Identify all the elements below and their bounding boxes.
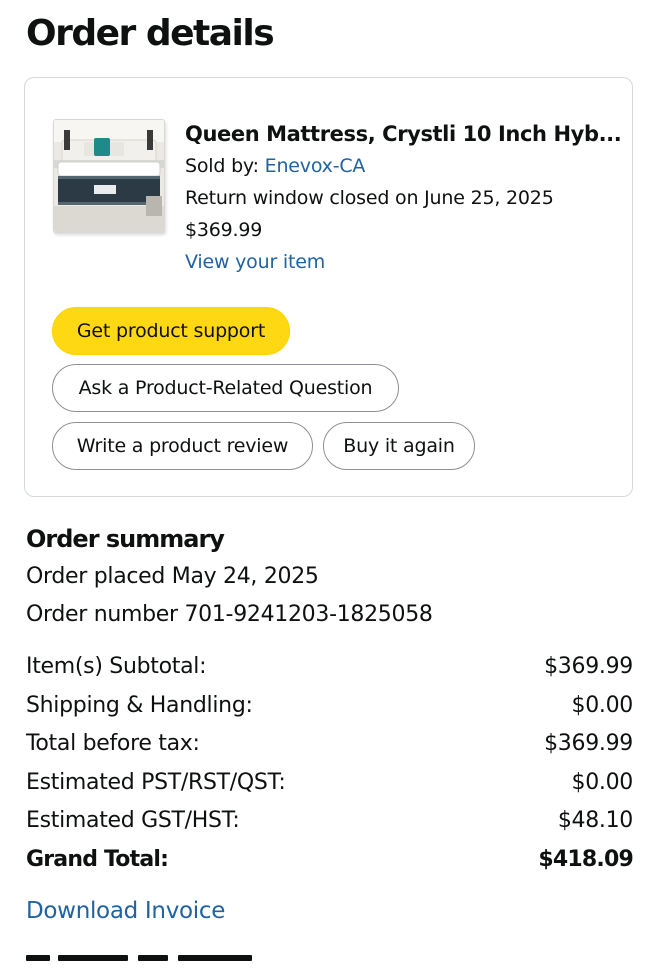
order-number: Order number 701-9241203-1825058 xyxy=(26,602,433,627)
row-label: Total before tax: xyxy=(26,731,200,756)
grand-total-row: Grand Total: $418.09 xyxy=(26,841,634,880)
row-value: $418.09 xyxy=(538,846,633,872)
total-before-tax-row: Total before tax: $369.99 xyxy=(26,725,633,764)
product-title[interactable]: Queen Mattress, Crystli 10 Inch Hyb... xyxy=(185,118,622,150)
order-placed-date: Order placed May 24, 2025 xyxy=(26,564,319,589)
row-label: Estimated GST/HST: xyxy=(26,808,240,833)
view-item-link[interactable]: View your item xyxy=(185,246,615,278)
row-label: Grand Total: xyxy=(26,846,169,872)
subtotal-row: Item(s) Subtotal: $369.99 xyxy=(26,648,633,687)
shipping-row: Shipping & Handling: $0.00 xyxy=(26,687,633,726)
order-summary-title: Order summary xyxy=(26,525,225,553)
item-price: $369.99 xyxy=(185,219,263,241)
ask-question-button[interactable]: Ask a Product-Related Question xyxy=(52,364,399,412)
buy-again-button[interactable]: Buy it again xyxy=(323,422,475,470)
sold-by-label: Sold by: xyxy=(185,155,265,177)
row-value: $369.99 xyxy=(544,654,633,679)
row-value: $0.00 xyxy=(571,769,634,795)
row-label: Item(s) Subtotal: xyxy=(26,654,207,679)
order-item-card: Queen Mattress, Crystli 10 Inch Hyb... S… xyxy=(24,77,633,497)
mattress-image-icon xyxy=(54,120,164,232)
mattress-product-image[interactable] xyxy=(53,119,165,233)
write-review-button[interactable]: Write a product review xyxy=(52,422,313,470)
row-value: $48.10 xyxy=(557,808,633,833)
gst-row: Estimated GST/HST: $48.10 xyxy=(26,802,633,841)
next-section-heading-cutoff xyxy=(26,945,256,975)
download-invoice-link[interactable]: Download Invoice xyxy=(26,893,225,929)
row-value: $369.99 xyxy=(544,731,633,756)
sold-by: Sold by: Enevox-CA xyxy=(185,150,615,182)
row-value: $0.00 xyxy=(571,692,634,718)
row-label: Estimated PST/RST/QST: xyxy=(26,769,286,795)
return-window-text: Return window closed on June 25, 2025 xyxy=(185,187,554,209)
get-product-support-button[interactable]: Get product support xyxy=(52,307,290,355)
page-title: Order details xyxy=(26,13,275,54)
order-totals: Item(s) Subtotal: $369.99 Shipping & Han… xyxy=(26,648,634,880)
row-label: Shipping & Handling: xyxy=(26,692,253,718)
pst-row: Estimated PST/RST/QST: $0.00 xyxy=(26,764,633,803)
seller-link[interactable]: Enevox-CA xyxy=(265,155,366,177)
